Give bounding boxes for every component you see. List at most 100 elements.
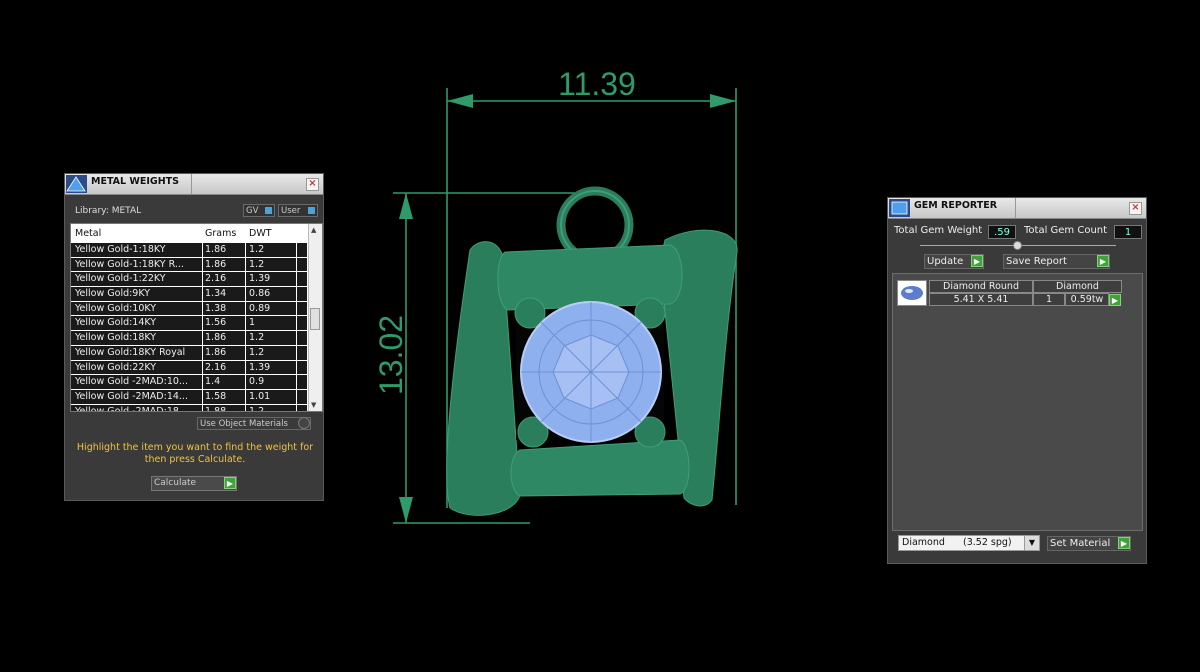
calculate-hint-text: Highlight the item you want to find the … — [76, 442, 314, 465]
dwt-cell: 1 — [249, 317, 256, 329]
grams-cell: 1.4 — [205, 376, 221, 388]
metal-name-cell: Yellow Gold -2MAD:14... — [75, 390, 188, 402]
column-header-metal[interactable]: Metal — [75, 228, 101, 239]
gem-reporter-titlebar[interactable]: GEM REPORTER × — [888, 198, 1146, 219]
grams-cell: 1.86 — [205, 332, 227, 344]
gem-reporter-panel: GEM REPORTER × Total Gem Weight .59 Tota… — [887, 197, 1147, 564]
table-row[interactable]: Yellow Gold-1:18KY 1.86 1.2 — [71, 243, 307, 258]
dwt-cell: 0.9 — [249, 376, 265, 388]
table-row[interactable]: Yellow Gold:18KY 1.86 1.2 — [71, 331, 307, 346]
total-gem-weight-label: Total Gem Weight — [894, 225, 983, 236]
metal-name-cell: Yellow Gold-1:22KY — [75, 273, 166, 285]
total-gem-count-label: Total Gem Count — [1024, 225, 1108, 236]
table-row[interactable]: Yellow Gold:14KY 1.56 1 — [71, 316, 307, 332]
gem-size-cell: 5.41 X 5.41 — [929, 293, 1033, 306]
gem-list: Diamond Round Diamond 5.41 X 5.41 1 0.59… — [892, 273, 1143, 531]
dwt-cell: 0.86 — [249, 288, 271, 300]
metal-name-cell: Yellow Gold -2MAD:18... — [75, 405, 188, 412]
table-row[interactable]: Yellow Gold -2MAD:14... 1.58 1.01 — [71, 389, 307, 405]
table-row[interactable]: Yellow Gold:9KY 1.34 0.86 — [71, 287, 307, 302]
dimension-arrow — [447, 94, 473, 108]
pendant-bottom-bar — [510, 439, 690, 497]
gem-count-cell: 1 — [1033, 293, 1065, 306]
dwt-cell: 1.2 — [249, 244, 265, 255]
gem-reporter-title: GEM REPORTER — [914, 200, 998, 211]
grams-cell: 1.38 — [205, 302, 227, 314]
update-button[interactable]: Update ▶ — [924, 254, 984, 269]
metal-name-cell: Yellow Gold-1:18KY R... — [75, 258, 184, 270]
dimension-arrow — [710, 94, 736, 108]
metal-name-cell: Yellow Gold-1:18KY — [75, 244, 166, 255]
close-icon[interactable]: × — [306, 178, 319, 191]
grams-cell: 1.88 — [205, 405, 227, 412]
metal-table-header: Metal Grams DWT — [71, 224, 307, 243]
gem-reporter-logo-icon — [889, 199, 910, 217]
width-dimension-label: 11.39 — [558, 66, 636, 102]
grams-cell: 2.16 — [205, 361, 227, 373]
grams-cell: 1.58 — [205, 390, 227, 402]
metal-name-cell: Yellow Gold:9KY — [75, 288, 151, 300]
metal-name-cell: Yellow Gold:18KY — [75, 332, 157, 344]
use-object-materials-option[interactable]: Use Object Materials — [197, 417, 311, 430]
play-arrow-icon[interactable]: ▶ — [1097, 255, 1109, 267]
grams-cell: 1.86 — [205, 346, 227, 358]
column-header-dwt[interactable]: DWT — [249, 228, 272, 239]
metal-name-cell: Yellow Gold:22KY — [75, 361, 157, 373]
play-arrow-icon[interactable]: ▶ — [224, 477, 236, 489]
dwt-cell: 0.89 — [249, 302, 271, 314]
total-gem-weight-value: .59 — [988, 225, 1016, 239]
table-row[interactable]: Yellow Gold-1:18KY R... 1.86 1.2 — [71, 257, 307, 273]
library-label: Library: METAL — [75, 206, 142, 216]
metal-weights-title: METAL WEIGHTS — [91, 176, 179, 187]
dwt-cell: 1.01 — [249, 390, 271, 402]
metal-weights-panel: METAL WEIGHTS × Library: METAL GV User M… — [64, 173, 324, 501]
gem-material-cell[interactable]: Diamond — [1033, 280, 1122, 293]
metal-weights-logo-icon — [66, 175, 87, 193]
use-object-materials-toggle[interactable] — [298, 417, 310, 429]
material-select[interactable]: Diamond (3.52 spg) ▼ — [898, 535, 1040, 551]
scrollbar-thumb[interactable] — [310, 308, 320, 330]
gv-toggle-button[interactable]: GV — [243, 204, 275, 217]
gem-thumbnail-icon — [897, 280, 927, 306]
metal-weights-titlebar[interactable]: METAL WEIGHTS × — [65, 174, 323, 195]
dimension-arrow — [399, 193, 413, 219]
save-report-button[interactable]: Save Report ▶ — [1003, 254, 1110, 269]
gem-slider-knob[interactable] — [1013, 241, 1022, 250]
column-header-grams[interactable]: Grams — [205, 228, 236, 239]
gem-shape-cell[interactable]: Diamond Round — [929, 280, 1033, 293]
diamond-gem — [520, 301, 662, 443]
grams-cell: 1.56 — [205, 317, 227, 329]
metal-name-cell: Yellow Gold:10KY — [75, 302, 157, 314]
metal-table-rows: Yellow Gold-1:18KY 1.86 1.2 Yellow Gold-1:1… — [71, 243, 307, 412]
close-icon[interactable]: × — [1129, 202, 1142, 215]
metal-name-cell: Yellow Gold:18KY Royal — [75, 346, 186, 358]
calculate-button[interactable]: Calculate ▶ — [151, 476, 237, 491]
grams-cell: 1.86 — [205, 258, 227, 270]
chevron-down-icon[interactable]: ▼ — [1024, 536, 1039, 550]
table-row[interactable]: Yellow Gold:22KY 2.16 1.39 — [71, 360, 307, 376]
table-row[interactable]: Yellow Gold:18KY Royal 1.86 1.2 — [71, 345, 307, 361]
table-row[interactable]: Yellow Gold -2MAD:10... 1.4 0.9 — [71, 375, 307, 390]
dimension-arrow — [399, 497, 413, 523]
play-arrow-icon[interactable]: ▶ — [1118, 537, 1130, 549]
total-gem-count-value: 1 — [1114, 225, 1142, 239]
metal-table: Metal Grams DWT Yellow Gold-1:18KY 1.86 1.… — [70, 223, 323, 412]
metal-name-cell: Yellow Gold -2MAD:10... — [75, 376, 188, 388]
metal-name-cell: Yellow Gold:14KY — [75, 317, 157, 329]
play-arrow-icon[interactable]: ▶ — [971, 255, 983, 267]
dwt-cell: 1.39 — [249, 361, 271, 373]
table-row[interactable]: Yellow Gold-1:22KY 2.16 1.39 — [71, 272, 307, 288]
dwt-cell: 1.39 — [249, 273, 271, 285]
table-row[interactable]: Yellow Gold:10KY 1.38 0.89 — [71, 301, 307, 317]
user-toggle-button[interactable]: User — [278, 204, 318, 217]
grams-cell: 1.86 — [205, 244, 227, 255]
dwt-cell: 1.2 — [249, 258, 265, 270]
dwt-cell: 1.2 — [249, 405, 265, 412]
table-row[interactable]: Yellow Gold -2MAD:18... 1.88 1.2 — [71, 404, 307, 412]
set-material-button[interactable]: Set Material ▶ — [1047, 536, 1131, 551]
play-arrow-icon[interactable]: ▶ — [1109, 294, 1121, 306]
metal-table-scrollbar[interactable]: ▲ ▼ — [308, 224, 322, 411]
height-dimension-label: 13.02 — [373, 315, 409, 395]
dwt-cell: 1.2 — [249, 346, 265, 358]
grams-cell: 1.34 — [205, 288, 227, 300]
